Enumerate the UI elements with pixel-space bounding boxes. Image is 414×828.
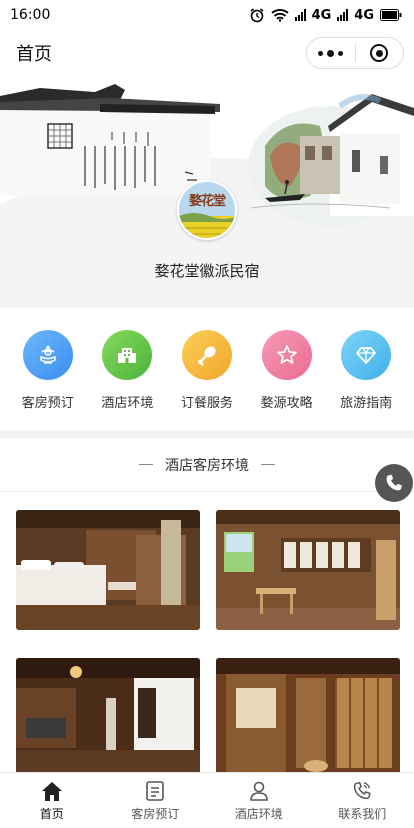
close-program-button[interactable] (356, 38, 404, 68)
menu-label: 婺源攻略 (260, 396, 313, 411)
tab-bar: 首页 客房预订 酒店环境 联系我们 (0, 772, 414, 828)
status-time: 16:00 (10, 7, 51, 23)
signal-icon (294, 9, 306, 21)
room-photo-4[interactable] (216, 658, 400, 778)
more-button[interactable] (307, 38, 355, 68)
hotel-name: 婺花堂徽派民宿 (154, 262, 260, 280)
status-icons: 4G 4G (249, 7, 402, 23)
menu-item-hotel-environment[interactable]: 酒店环境 (89, 330, 165, 430)
tab-label: 客房预订 (131, 806, 180, 821)
network-type-1: 4G (311, 7, 332, 23)
menu-item-meal-service[interactable]: 订餐服务 (169, 330, 245, 430)
room-photo-1[interactable] (16, 510, 200, 630)
mini-program-capsule (306, 37, 404, 69)
battery-icon (380, 9, 402, 21)
tab-hotel-environment[interactable]: 酒店环境 (207, 773, 311, 828)
tab-home[interactable]: 首页 (0, 773, 104, 828)
star-icon (261, 330, 312, 380)
section-gap (0, 430, 414, 438)
tab-label: 酒店环境 (234, 806, 283, 821)
phone-icon (386, 474, 402, 491)
signal-icon-2 (337, 9, 349, 21)
title-line-left (139, 464, 153, 465)
user-icon (249, 781, 268, 801)
tab-room-booking[interactable]: 客房预订 (104, 773, 208, 828)
floating-call-button[interactable] (375, 464, 413, 502)
tab-contact-us[interactable]: 联系我们 (311, 773, 414, 828)
menu-label: 客房预订 (21, 396, 74, 411)
network-type-2: 4G (354, 7, 374, 23)
hotel-logo: 婺花堂 (177, 180, 237, 240)
diamond-icon (341, 330, 392, 380)
more-dots-icon (318, 49, 344, 57)
building-icon (102, 330, 153, 380)
section-header: 酒店客房环境 (0, 438, 414, 492)
menu-label: 酒店环境 (101, 396, 154, 411)
logo-text: 婺花堂 (188, 194, 226, 209)
document-icon (146, 780, 165, 801)
section-title: 酒店客房环境 (165, 457, 249, 474)
menu-item-travel-guide[interactable]: 旅游指南 (328, 330, 404, 430)
target-icon (370, 44, 389, 62)
menu-label: 订餐服务 (180, 396, 233, 411)
room-photo-3[interactable] (16, 658, 200, 778)
nav-bar: 首页 (0, 30, 414, 76)
menu-item-room-booking[interactable]: 客房预订 (10, 330, 86, 430)
flower-icon (22, 330, 73, 380)
status-bar: 16:00 4G 4G (0, 0, 414, 30)
page-title: 首页 (16, 44, 52, 65)
phone-icon (354, 781, 371, 799)
home-icon (41, 781, 62, 801)
wifi-icon (270, 9, 289, 22)
tab-label: 联系我们 (338, 806, 387, 821)
room-photo-2[interactable] (216, 510, 400, 630)
menu-label: 旅游指南 (340, 396, 393, 411)
hero-banner: 婺花堂 婺花堂徽派民宿 (0, 76, 414, 308)
tab-label: 首页 (39, 806, 64, 821)
menu-item-travel-tips[interactable]: 婺源攻略 (249, 330, 325, 430)
drumstick-icon (181, 330, 232, 380)
quick-menu: 客房预订 酒店环境 订餐服务 婺源攻略 旅游指南 (0, 308, 414, 430)
alarm-icon (250, 8, 264, 23)
title-line-right (261, 464, 275, 465)
